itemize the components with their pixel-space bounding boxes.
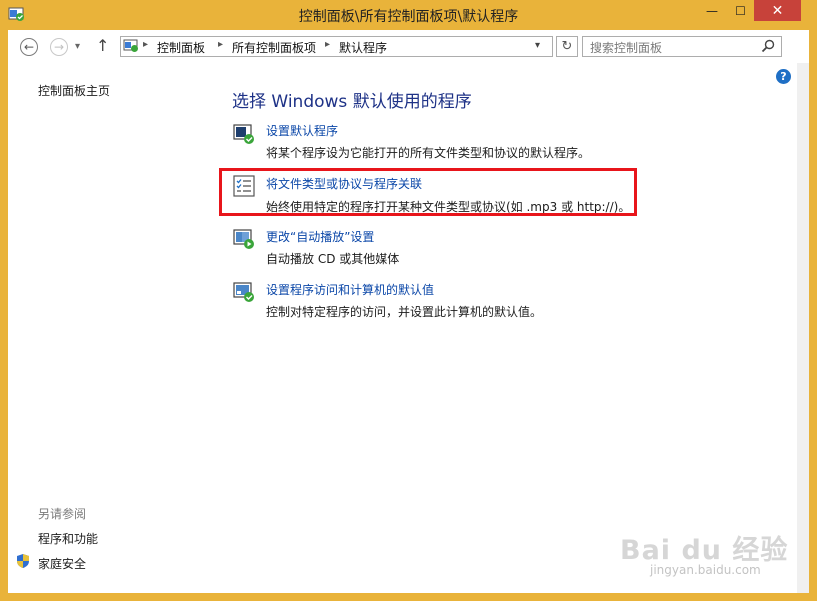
program-access-icon: [233, 282, 254, 302]
see-also-heading: 另请参阅: [38, 507, 87, 521]
family-safety-link[interactable]: 家庭安全: [38, 555, 86, 572]
page-title: 选择 Windows 默认使用的程序: [232, 92, 472, 112]
breadcrumb-separator[interactable]: ▸: [325, 39, 330, 50]
control-panel-home-link[interactable]: 控制面板主页: [38, 82, 110, 99]
set-default-programs-link[interactable]: 设置默认程序: [266, 122, 338, 139]
title-bar[interactable]: 控制面板\所有控制面板项\默认程序 — ☐ ✕: [0, 0, 817, 30]
set-default-programs-desc: 将某个程序设为它能打开的所有文件类型和协议的默认程序。: [266, 146, 591, 160]
programs-and-features-link[interactable]: 程序和功能: [38, 530, 98, 547]
address-bar[interactable]: ▸ 控制面板 ▸ 所有控制面板项 ▸ 默认程序 ▾: [120, 36, 553, 57]
up-button[interactable]: ↑: [96, 36, 109, 55]
breadcrumb-default-programs[interactable]: 默认程序: [339, 39, 387, 56]
address-dropdown-icon[interactable]: ▾: [535, 40, 540, 51]
program-access-desc: 控制对特定程序的访问，并设置此计算机的默认值。: [266, 305, 543, 319]
content-area: ? 控制面板主页 另请参阅 程序和功能 家庭安全 选择 Windows 默认使用…: [8, 63, 797, 593]
breadcrumb-separator[interactable]: ▸: [218, 39, 223, 50]
control-panel-icon: [123, 39, 138, 52]
program-access-link[interactable]: 设置程序访问和计算机的默认值: [266, 281, 434, 298]
breadcrumb-control-panel[interactable]: 控制面板: [157, 39, 205, 56]
autoplay-settings-link[interactable]: 更改“自动播放”设置: [266, 228, 374, 245]
breadcrumb-separator[interactable]: ▸: [143, 39, 148, 50]
help-icon[interactable]: ?: [776, 69, 791, 84]
minimize-button[interactable]: —: [697, 0, 727, 21]
back-button[interactable]: ←: [20, 38, 38, 56]
recent-locations-dropdown[interactable]: ▾: [75, 41, 80, 52]
forward-button[interactable]: →: [50, 38, 68, 56]
default-programs-icon: [233, 124, 254, 144]
maximize-button[interactable]: ☐: [727, 0, 754, 21]
close-button[interactable]: ✕: [754, 0, 801, 21]
refresh-button[interactable]: ↻: [556, 36, 578, 57]
autoplay-icon: [233, 229, 254, 249]
search-placeholder: 搜索控制面板: [590, 41, 663, 55]
window-edge: [797, 63, 809, 593]
breadcrumb-all-items[interactable]: 所有控制面板项: [232, 39, 316, 56]
watermark-brand: Bai du 经验: [620, 535, 789, 566]
search-box[interactable]: 搜索控制面板: [582, 36, 782, 57]
navigation-bar: ← → ▾ ↑ ▸ 控制面板 ▸ 所有控制面板项 ▸ 默认程序 ▾ ↻ 搜索控制…: [8, 30, 809, 63]
window-title: 控制面板\所有控制面板项\默认程序: [298, 9, 519, 25]
highlight-box: [219, 168, 637, 216]
search-icon[interactable]: [761, 39, 775, 53]
watermark-url: jingyan.baidu.com: [650, 563, 761, 577]
autoplay-settings-desc: 自动播放 CD 或其他媒体: [266, 252, 400, 266]
shield-icon: [17, 554, 29, 568]
